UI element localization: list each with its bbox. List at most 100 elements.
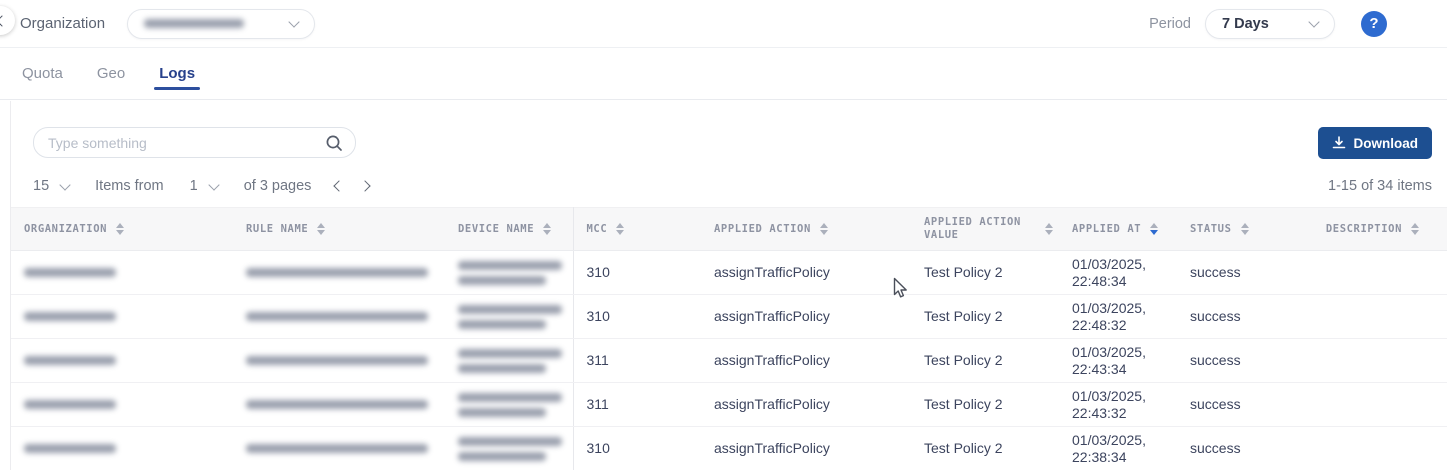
organization-select[interactable] <box>127 8 316 39</box>
column-header-rule-name[interactable]: RULE NAME <box>233 207 445 251</box>
organization-cell <box>11 426 233 470</box>
question-mark-icon: ? <box>1369 15 1379 32</box>
sort-icon[interactable] <box>1240 223 1249 235</box>
column-header-applied-action-value[interactable]: APPLIED ACTION VALUE <box>911 207 1059 251</box>
table-row[interactable]: 310 assignTrafficPolicy Test Policy 2 01… <box>11 294 1447 339</box>
description-cell <box>1289 250 1447 295</box>
rule-name-cell <box>233 294 445 339</box>
items-from-label: Items from <box>95 178 164 194</box>
search-wrap <box>33 127 356 158</box>
mcc-cell: 310 <box>573 426 701 470</box>
applied-action-value-cell: Test Policy 2 <box>911 426 1059 470</box>
sidebar-collapse-button[interactable] <box>0 6 15 35</box>
app-screen: Organization Period 7 Days ? Quota Geo L… <box>0 0 1447 470</box>
applied-action-value-cell: Test Policy 2 <box>911 250 1059 295</box>
chevron-down-icon <box>288 16 300 28</box>
column-header-device-name[interactable]: DEVICE NAME <box>445 207 574 251</box>
status-cell: success <box>1177 250 1289 295</box>
applied-action-value-cell: Test Policy 2 <box>911 382 1059 427</box>
applied-action-value-cell: Test Policy 2 <box>911 294 1059 339</box>
redacted-organization-value <box>144 19 245 28</box>
organization-label: Organization <box>20 15 106 32</box>
tab-logs[interactable]: Logs <box>154 48 200 99</box>
column-header-applied-at[interactable]: APPLIED AT <box>1059 207 1177 251</box>
tab-quota[interactable]: Quota <box>22 48 63 99</box>
top-bar: Organization Period 7 Days ? <box>0 0 1447 48</box>
applied-action-cell: assignTrafficPolicy <box>701 426 911 470</box>
table-row[interactable]: 310 assignTrafficPolicy Test Policy 2 01… <box>11 426 1447 470</box>
download-button[interactable]: Download <box>1317 127 1432 159</box>
logs-table: ORGANIZATION RULE NAME DEVICE NAME MCC A… <box>11 207 1447 470</box>
applied-action-cell: assignTrafficPolicy <box>701 294 911 339</box>
sort-icon[interactable] <box>543 223 552 235</box>
organization-cell <box>11 382 233 427</box>
pagination-bar: 15 Items from 1 of 3 pages 1-15 of 34 it… <box>11 159 1447 207</box>
device-name-cell <box>445 338 574 383</box>
applied-at-cell: 01/03/2025, 22:43:32 <box>1059 382 1177 427</box>
device-name-cell <box>445 382 574 427</box>
items-range-label: 1-15 of 34 items <box>1328 178 1432 194</box>
logs-panel: Download 15 Items from 1 of 3 pages 1-15… <box>10 101 1447 470</box>
applied-action-value-cell: Test Policy 2 <box>911 338 1059 383</box>
applied-at-cell: 01/03/2025, 22:48:34 <box>1059 250 1177 295</box>
sort-icon[interactable] <box>317 223 326 235</box>
applied-at-cell: 01/03/2025, 22:48:32 <box>1059 294 1177 339</box>
period-value: 7 Days <box>1222 15 1269 32</box>
mcc-cell: 310 <box>573 294 701 339</box>
sort-icon[interactable] <box>819 223 828 235</box>
page-size-value: 15 <box>33 178 50 194</box>
device-name-cell <box>445 426 574 470</box>
help-button[interactable]: ? <box>1361 10 1387 37</box>
page-number-value: 1 <box>189 178 198 194</box>
sort-icon[interactable] <box>1045 223 1053 235</box>
sort-icon-active[interactable] <box>1150 223 1159 235</box>
previous-page-button[interactable] <box>333 180 346 192</box>
organization-cell <box>11 250 233 295</box>
organization-cell <box>11 294 233 339</box>
table-row[interactable]: 311 assignTrafficPolicy Test Policy 2 01… <box>11 382 1447 427</box>
device-name-cell <box>445 250 574 295</box>
status-cell: success <box>1177 426 1289 470</box>
status-cell: success <box>1177 294 1289 339</box>
applied-at-cell: 01/03/2025, 22:43:34 <box>1059 338 1177 383</box>
applied-action-cell: assignTrafficPolicy <box>701 382 911 427</box>
tab-geo[interactable]: Geo <box>97 48 125 99</box>
column-header-mcc[interactable]: MCC <box>573 207 701 251</box>
applied-at-cell: 01/03/2025, 22:38:34 <box>1059 426 1177 470</box>
chevron-left-icon <box>0 14 8 27</box>
page-size-select[interactable]: 15 <box>33 178 71 194</box>
table-row[interactable]: 311 assignTrafficPolicy Test Policy 2 01… <box>11 338 1447 383</box>
period-select[interactable]: 7 Days <box>1205 8 1335 39</box>
description-cell <box>1289 294 1447 339</box>
toolbar: Download <box>11 101 1447 159</box>
status-cell: success <box>1177 382 1289 427</box>
description-cell <box>1289 338 1447 383</box>
rule-name-cell <box>233 250 445 295</box>
sort-icon[interactable] <box>1411 223 1419 235</box>
table-row[interactable]: 310 assignTrafficPolicy Test Policy 2 01… <box>11 250 1447 295</box>
column-header-organization[interactable]: ORGANIZATION <box>11 207 233 251</box>
rule-name-cell <box>233 382 445 427</box>
chevron-down-icon <box>59 178 71 191</box>
download-label: Download <box>1353 135 1419 151</box>
description-cell <box>1289 382 1447 427</box>
download-icon <box>1332 136 1345 149</box>
chevron-down-icon <box>208 178 220 191</box>
rule-name-cell <box>233 338 445 383</box>
applied-action-cell: assignTrafficPolicy <box>701 338 911 383</box>
search-input[interactable] <box>33 127 356 158</box>
status-cell: success <box>1177 338 1289 383</box>
chevron-down-icon <box>1308 16 1320 28</box>
search-icon <box>326 135 342 151</box>
column-header-applied-action[interactable]: APPLIED ACTION <box>701 207 911 251</box>
tab-bar: Quota Geo Logs <box>0 48 1447 100</box>
rule-name-cell <box>233 426 445 470</box>
page-select[interactable]: 1 <box>189 178 220 194</box>
applied-action-cell: assignTrafficPolicy <box>701 250 911 295</box>
column-header-description[interactable]: DESCRIPTION <box>1289 207 1447 251</box>
sort-icon[interactable] <box>116 223 125 235</box>
mcc-cell: 311 <box>573 338 701 383</box>
mcc-cell: 311 <box>573 382 701 427</box>
sort-icon[interactable] <box>616 223 625 235</box>
column-header-status[interactable]: STATUS <box>1177 207 1289 251</box>
